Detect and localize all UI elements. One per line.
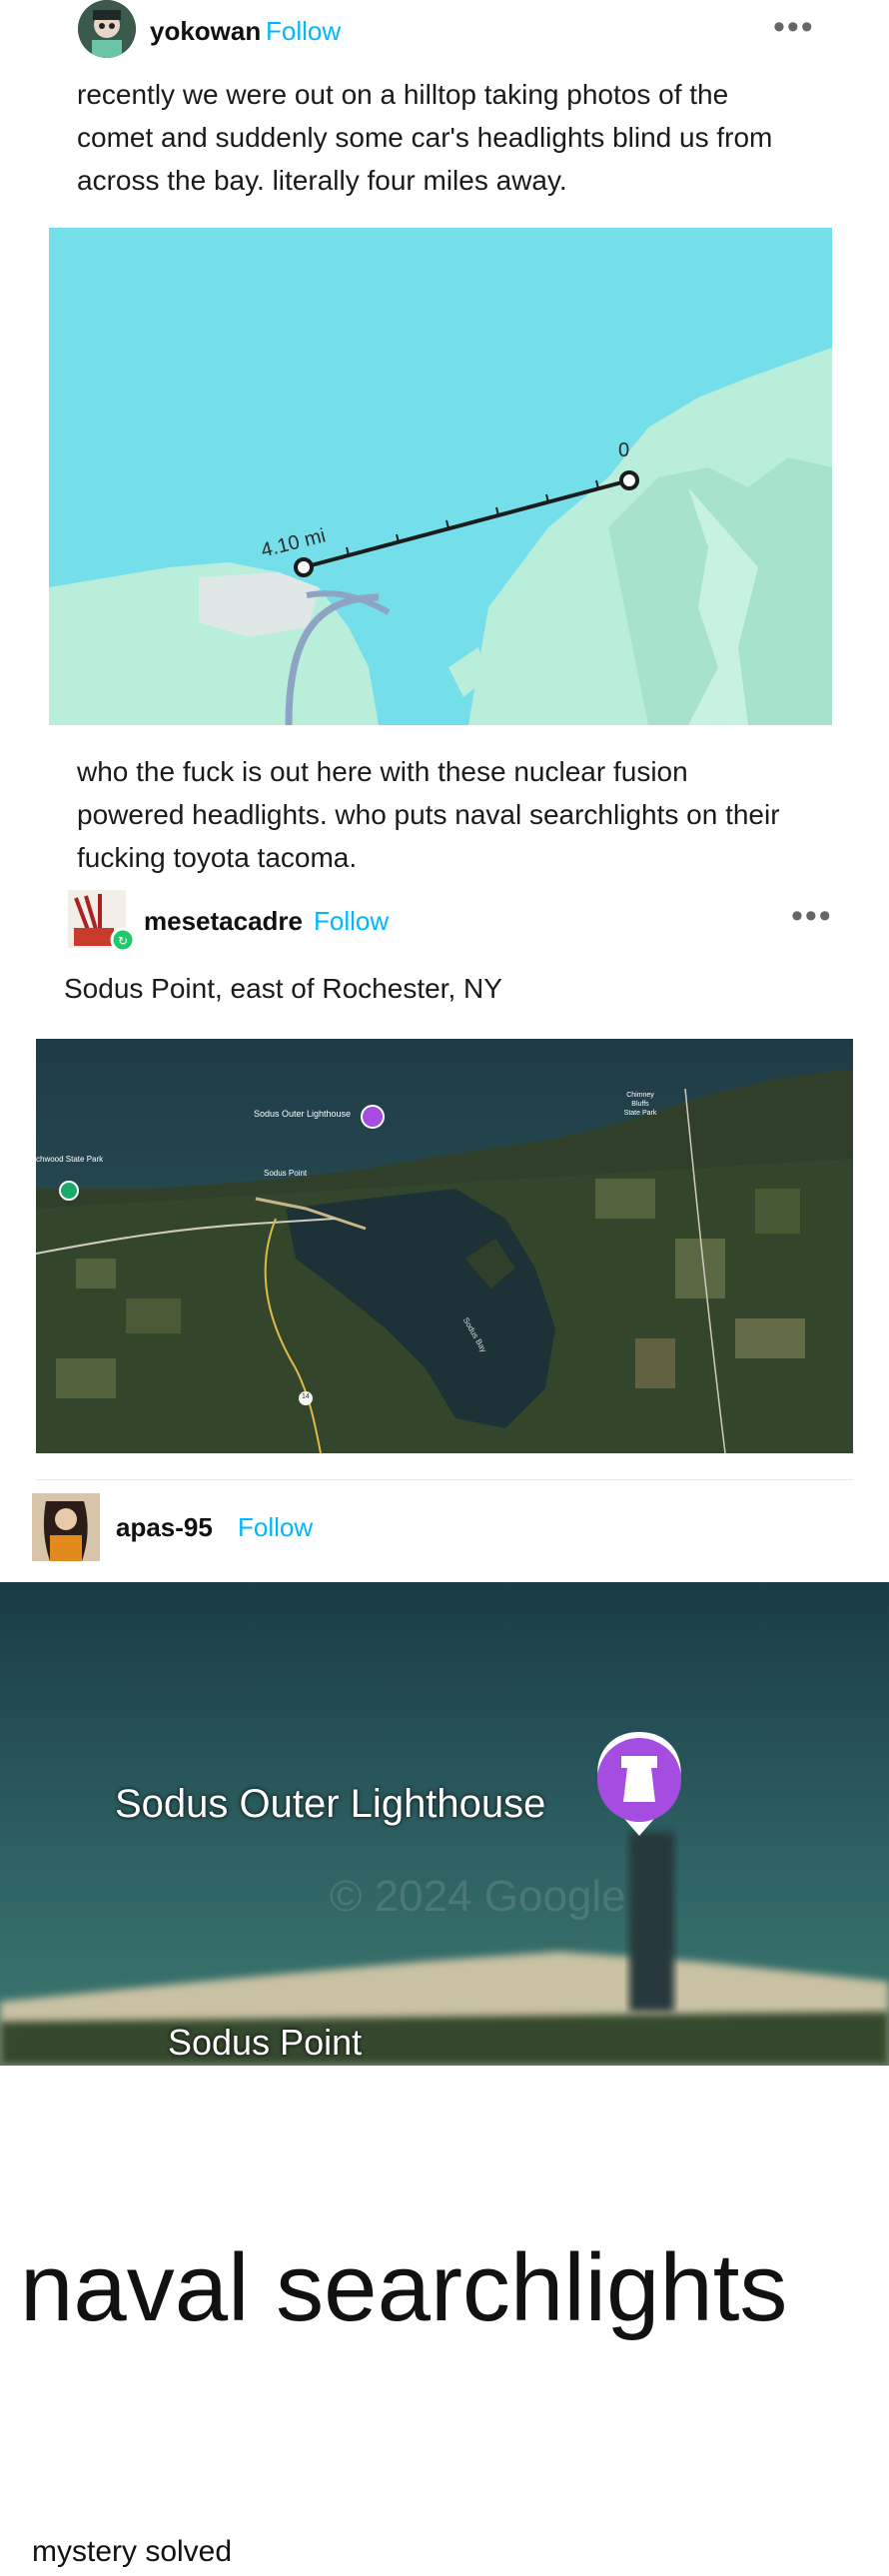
avatar-mesetacadre[interactable]: ↻ xyxy=(66,888,136,954)
more-options-icon[interactable]: ••• xyxy=(791,897,833,936)
post-text-continued: who the fuck is out here with these nucl… xyxy=(77,756,780,873)
road-label: 14 xyxy=(302,1393,310,1400)
post-text: recently we were out on a hilltop taking… xyxy=(77,79,773,196)
divider xyxy=(36,1479,853,1480)
username[interactable]: apas-95 xyxy=(116,1512,213,1543)
follow-button[interactable]: Follow xyxy=(238,1512,313,1543)
meme-text: naval searchlights xyxy=(20,2234,788,2341)
follow-button[interactable]: Follow xyxy=(314,906,389,937)
satellite-map: Sodus Outer Lighthouse Sodus Point chwoo… xyxy=(36,1039,853,1453)
lighthouse-label: Sodus Outer Lighthouse xyxy=(115,1782,546,1826)
caption: mystery solved xyxy=(32,2535,233,2568)
point-label: Sodus Point xyxy=(168,2022,363,2063)
distance-map: 4.10 mi 0 xyxy=(49,228,832,725)
start-label: 0 xyxy=(618,439,630,461)
map-graphic xyxy=(49,228,832,725)
point-label: Sodus Point xyxy=(264,1169,308,1178)
watermark: © 2024 Google xyxy=(330,1872,626,1921)
username[interactable]: yokowan xyxy=(150,16,261,47)
avatar-apas-95[interactable] xyxy=(32,1493,100,1561)
svg-text:↻: ↻ xyxy=(118,934,128,948)
more-options-icon[interactable]: ••• xyxy=(773,8,815,47)
post-text: Sodus Point, east of Rochester, NY xyxy=(64,973,502,1004)
park-label: chwood State Park xyxy=(36,1155,104,1164)
username[interactable]: mesetacadre xyxy=(144,906,303,937)
zoomed-map-image: Sodus Outer Lighthouse © 2024 Google Sod… xyxy=(0,1582,889,2066)
follow-button[interactable]: Follow xyxy=(266,16,341,47)
bluffs-label: Chimney Bluffs State Park xyxy=(623,1092,657,1117)
lighthouse-label: Sodus Outer Lighthouse xyxy=(254,1109,352,1119)
avatar-yokowan[interactable] xyxy=(78,0,136,58)
